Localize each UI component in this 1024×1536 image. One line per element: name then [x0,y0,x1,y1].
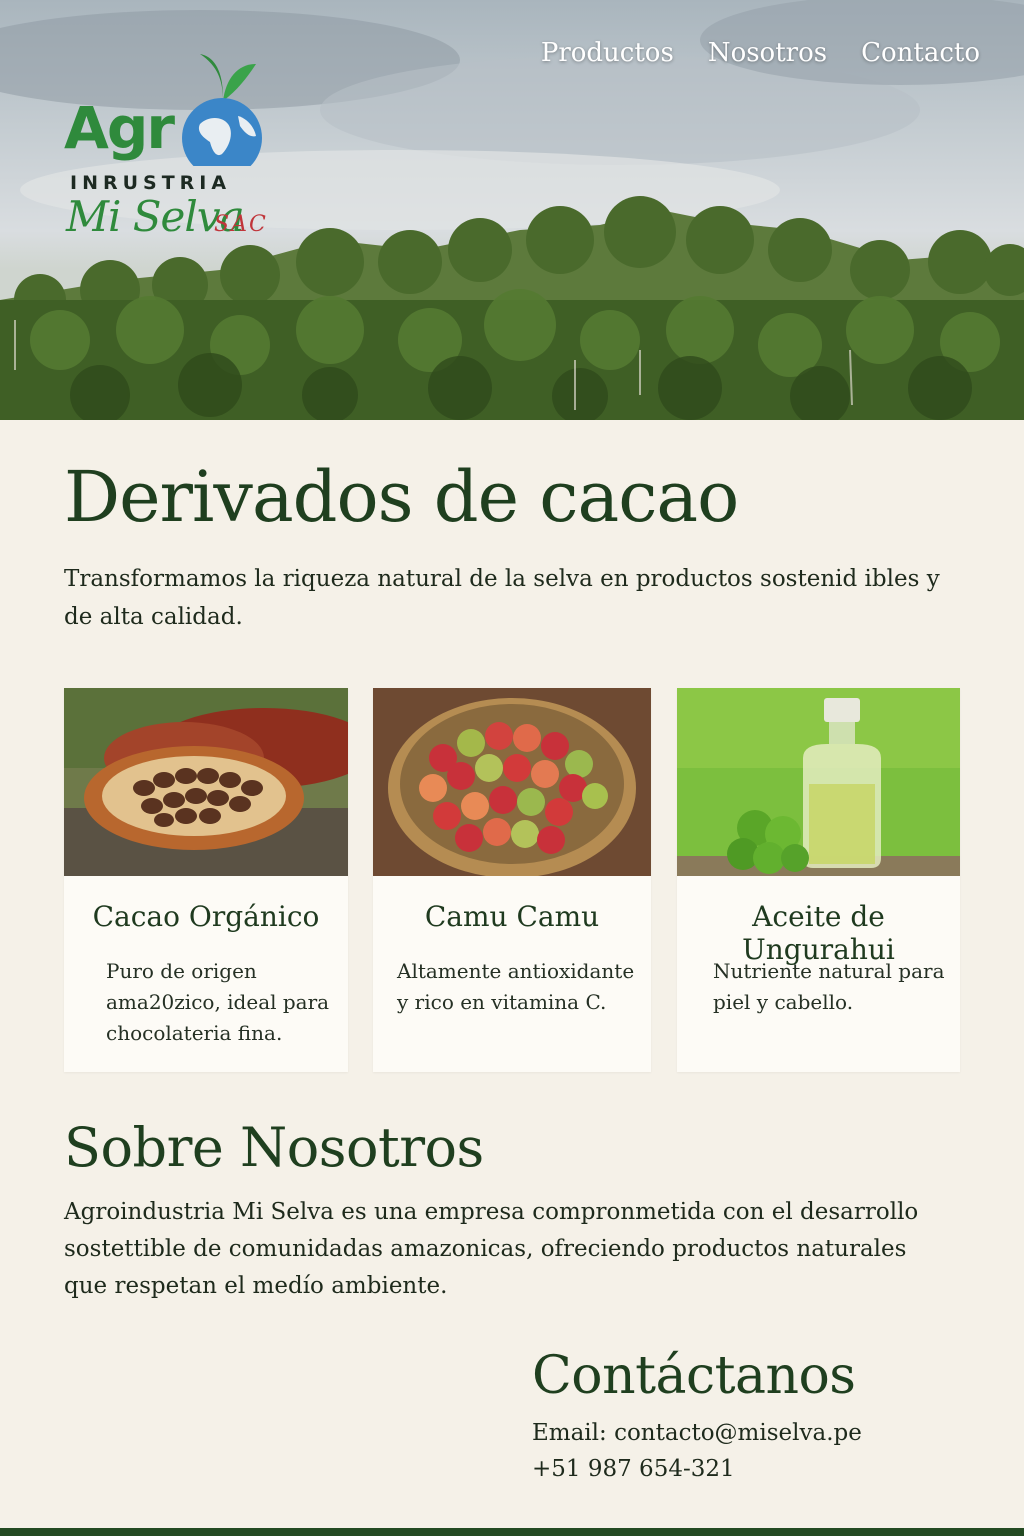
nav-link-nosotros[interactable]: Nosotros [708,38,827,68]
product-name: Camu Camu [424,900,600,933]
product-name: Cacao Orgánico [92,900,320,933]
top-navigation: Productos Nosotros Contacto [541,38,980,68]
footer-bar [0,1528,1024,1536]
product-card-camu-camu[interactable]: Camu Camu Altamente antioxidante y rico … [373,688,651,1072]
nav-link-contacto[interactable]: Contacto [861,38,980,68]
about-heading: Sobre Nosotros [64,1116,484,1179]
hero-banner: Agr INRUSTRIA Mi Selva SAC Productos Nos… [0,0,1024,420]
product-description: Puro de origen ama20zico, ideal para cho… [106,959,330,1045]
product-description: Altamente antioxidante y rico en vitamin… [397,959,635,1014]
ungurahui-oil-image [677,688,960,876]
company-logo[interactable]: Agr INRUSTRIA Mi Selva SAC [60,46,280,256]
camu-camu-basket-image [373,688,651,876]
logo-industria-text: INRUSTRIA [70,172,232,194]
logo-agro-text: Agr [64,94,175,162]
contact-heading: Contáctanos [532,1346,856,1406]
contact-email[interactable]: Email: contacto@miselva.pe [532,1420,862,1446]
nav-link-productos[interactable]: Productos [541,38,674,68]
product-card-ungurahui[interactable]: Aceite de Ungurahui Nutriente natural pa… [677,688,960,1072]
globe-icon [182,54,262,166]
cacao-pod-image [64,688,348,876]
product-card-cacao[interactable]: Cacao Orgánico Puro de origen ama20zico,… [64,688,348,1072]
sprout-icon [200,54,224,101]
page-title: Derivados de cacao [64,456,739,538]
intro-text: Transformamos la riqueza natural de la s… [64,566,940,630]
about-text: Agroindustria Mi Selva es una empresa co… [64,1199,919,1299]
logo-sac-text: SAC [214,212,268,237]
product-description: Nutriente natural para piel y cabello. [713,959,945,1014]
contact-phone[interactable]: +51 987 654-321 [532,1456,735,1482]
